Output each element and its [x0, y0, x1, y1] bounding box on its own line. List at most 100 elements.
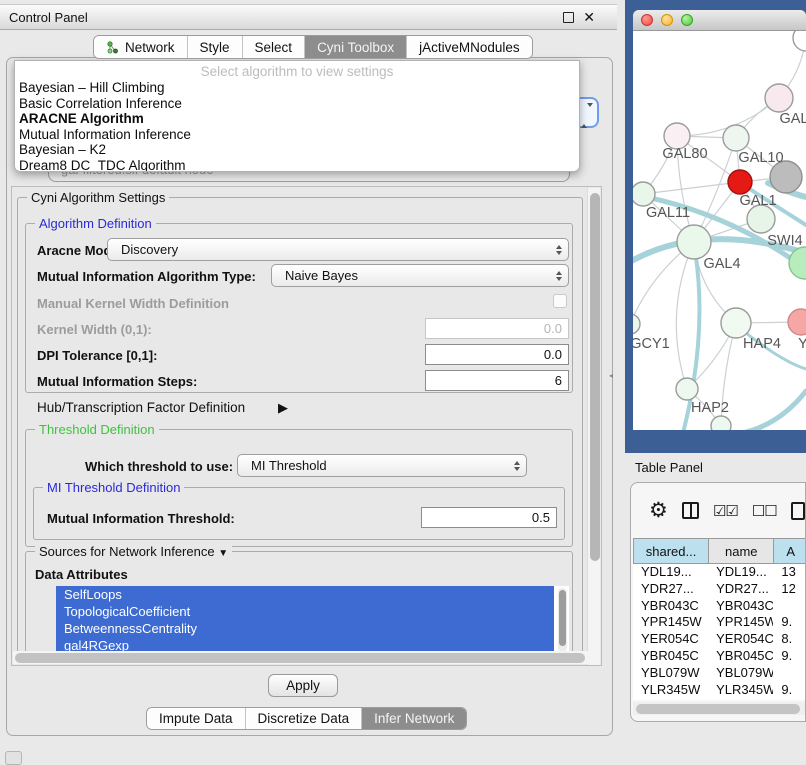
network-node-node-bot[interactable]: [711, 416, 731, 430]
table-column-header[interactable]: name: [708, 538, 773, 564]
network-node-node-top[interactable]: [793, 31, 806, 51]
split-columns-icon[interactable]: [682, 502, 699, 519]
mi-steps-input[interactable]: 6: [425, 370, 569, 391]
tab-select[interactable]: Select: [243, 36, 306, 58]
data-attribute-option[interactable]: TopologicalCoefficient: [56, 603, 554, 620]
tab-cyni-toolbox[interactable]: Cyni Toolbox: [305, 36, 407, 58]
dpi-tolerance-input[interactable]: 0.0: [425, 344, 569, 365]
table-cell: 9.: [773, 682, 806, 699]
network-node-GAL[interactable]: [765, 84, 793, 112]
mi-type-combo[interactable]: Naive Bayes: [271, 264, 569, 287]
control-panel-titlebar: Control Panel ✕: [0, 4, 617, 30]
table-cell: YIL053C: [708, 698, 773, 700]
table-row[interactable]: YLR345WYLR345W9.: [633, 682, 806, 699]
aracne-mode-value: Discovery: [121, 242, 178, 257]
algorithm-option[interactable]: Basic Correlation Inference: [15, 96, 579, 112]
kernel-width-input[interactable]: 0.0: [425, 318, 569, 339]
corner-chip: [5, 751, 22, 765]
manual-kernel-label: Manual Kernel Width Definition: [37, 296, 229, 311]
export-table-icon[interactable]: [791, 502, 805, 520]
window-minimize-icon[interactable]: [661, 14, 673, 26]
table-row[interactable]: YBR043CYBR043C: [633, 598, 806, 615]
select-all-columns-icon[interactable]: ☑☑: [713, 502, 738, 520]
tab-jactivemnodules[interactable]: jActiveMNodules: [407, 36, 532, 58]
table-cell: 13: [773, 564, 806, 581]
algorithm-option[interactable]: Dream8 DC_TDC Algorithm: [15, 158, 579, 173]
mi-steps-label: Mutual Information Steps:: [37, 374, 197, 389]
table-cell: YBR045C: [633, 648, 708, 665]
network-node-HAP4[interactable]: [721, 308, 751, 338]
kernel-width-label: Kernel Width (0,1):: [37, 322, 152, 337]
network-node-SWI4[interactable]: [747, 205, 775, 233]
table-column-header[interactable]: A: [773, 538, 806, 564]
table-cell: YBR043C: [708, 598, 773, 615]
attributes-scrollbar[interactable]: [558, 588, 567, 652]
algorithm-option[interactable]: Bayesian – K2: [15, 142, 579, 158]
apply-button[interactable]: Apply: [268, 674, 338, 697]
focused-combo-fragment[interactable]: [578, 97, 599, 128]
table-cell: YER054C: [708, 631, 773, 648]
table-cell: [773, 665, 806, 682]
table-row[interactable]: YBL079WYBL079W: [633, 665, 806, 682]
table-horizontal-scrollbar[interactable]: [633, 702, 806, 715]
network-node-GAL11[interactable]: [633, 182, 655, 206]
manual-kernel-checkbox[interactable]: [553, 294, 567, 308]
table-cell: 12: [773, 581, 806, 598]
table-row[interactable]: YIL053CYIL053C9: [633, 698, 806, 700]
table-cell: YBR045C: [708, 648, 773, 665]
tab-network[interactable]: Network: [94, 36, 188, 58]
apply-button-label: Apply: [286, 678, 320, 693]
tab-infer-network[interactable]: Infer Network: [362, 708, 466, 729]
hub-collapsed-icon[interactable]: ▶: [278, 400, 288, 416]
network-canvas[interactable]: GALGAL80GAL10GAL1GAL11SWI4GAL4GCY1HAP4YH…: [633, 31, 806, 430]
network-edge[interactable]: [643, 182, 740, 194]
network-edge[interactable]: [676, 242, 694, 389]
threshold-definition-title: Threshold Definition: [35, 422, 159, 437]
algorithm-option[interactable]: Bayesian – Hill Climbing: [15, 80, 579, 96]
data-attribute-option[interactable]: SelfLoops: [56, 586, 554, 603]
table-row[interactable]: YPR145WYPR145W9.: [633, 614, 806, 631]
network-node-label: GAL1: [739, 193, 776, 209]
network-node-label: GAL4: [703, 256, 740, 272]
table-cell: YLR345W: [633, 682, 708, 699]
table-row[interactable]: YBR045CYBR045C9.: [633, 648, 806, 665]
algorithm-option[interactable]: Mutual Information Inference: [15, 127, 579, 143]
table-row[interactable]: YDL19...YDL19...13: [633, 564, 806, 581]
tab-discretize-data[interactable]: Discretize Data: [246, 708, 363, 729]
table-row[interactable]: YDR27...YDR27...12: [633, 581, 806, 598]
network-node-label: GAL11: [646, 205, 690, 221]
network-node-label: GCY1: [633, 336, 670, 352]
close-icon[interactable]: ✕: [583, 12, 595, 23]
settings-vertical-scrollbar[interactable]: [587, 188, 600, 666]
network-node-GAL4[interactable]: [677, 225, 711, 259]
deselect-all-columns-icon[interactable]: ☐☐: [752, 502, 777, 520]
tab-impute-data-label: Impute Data: [159, 711, 233, 726]
tab-select-label: Select: [255, 40, 293, 55]
network-node-GCY1[interactable]: [633, 314, 640, 334]
sources-expanded-icon[interactable]: ▼: [218, 548, 228, 559]
table-row[interactable]: YER054CYER054C8.: [633, 631, 806, 648]
network-node-label: HAP2: [691, 400, 729, 416]
settings-horizontal-scrollbar[interactable]: [13, 651, 589, 664]
data-attribute-option[interactable]: BetweennessCentrality: [56, 620, 554, 637]
algorithm-option[interactable]: ARACNE Algorithm: [15, 111, 579, 127]
network-node-GAL10[interactable]: [723, 125, 749, 151]
network-node-GAL1[interactable]: [728, 170, 752, 194]
window-close-icon[interactable]: [641, 14, 653, 26]
aracne-mode-combo[interactable]: Discovery: [107, 238, 569, 261]
table-column-header[interactable]: shared...: [633, 538, 708, 564]
network-node-label: SWI4: [767, 233, 802, 249]
network-node-HAP2[interactable]: [676, 378, 698, 400]
network-icon: [106, 41, 119, 54]
which-threshold-label: Which threshold to use:: [85, 459, 233, 474]
mi-threshold-input[interactable]: 0.5: [421, 507, 557, 528]
tab-style[interactable]: Style: [188, 36, 243, 58]
which-threshold-combo[interactable]: MI Threshold: [237, 454, 527, 477]
network-node-Y[interactable]: [788, 309, 806, 335]
window-zoom-icon[interactable]: [681, 14, 693, 26]
float-window-icon[interactable]: [563, 12, 574, 23]
mi-steps-value: 6: [555, 373, 562, 388]
panel-divider-handle[interactable]: ◂: [609, 371, 613, 380]
gear-icon[interactable]: ⚙: [649, 500, 668, 521]
tab-impute-data[interactable]: Impute Data: [147, 708, 246, 729]
